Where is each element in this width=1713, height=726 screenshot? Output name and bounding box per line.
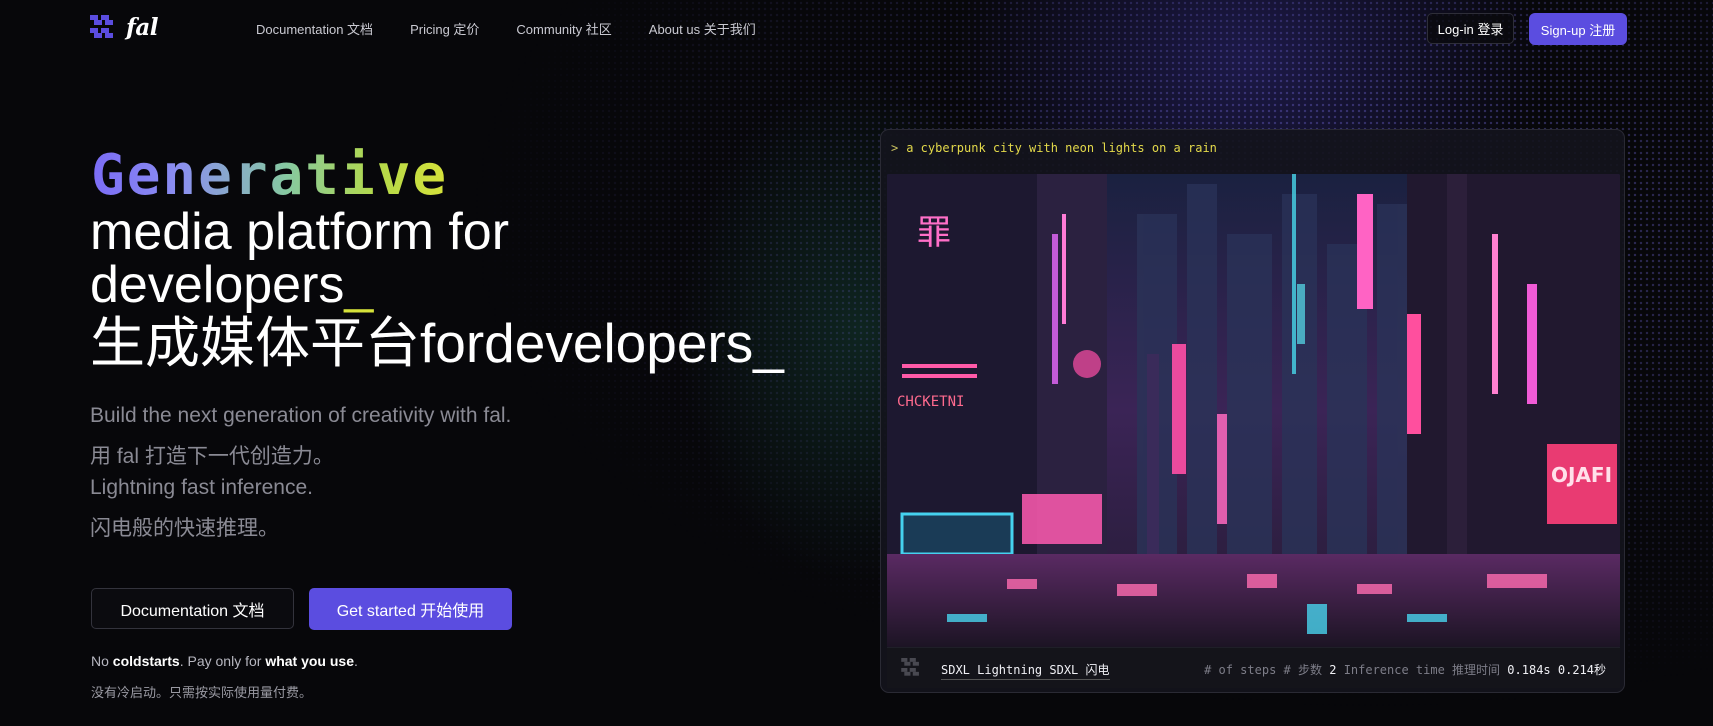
- steps-value: 2: [1329, 663, 1337, 677]
- hero-highlight-word: Generative: [91, 143, 449, 208]
- prompt-text: a cyberpunk city with neon lights on a r…: [906, 141, 1217, 155]
- hero-subtitle-3: Lightning fast inference.: [90, 476, 313, 499]
- neon-sign-3: OJAFI: [1551, 463, 1612, 487]
- fal-logo-icon: [90, 14, 113, 38]
- prompt-line: > a cyberpunk city with neon lights on a …: [891, 141, 1217, 155]
- inference-time-label: Inference time 推理时间: [1343, 663, 1501, 677]
- nav-links: Documentation 文档 Pricing 定价 Community 社区…: [256, 19, 756, 38]
- note-coldstarts: coldstarts: [112, 653, 180, 669]
- neon-sign-1: 罪: [917, 213, 951, 253]
- note-what-you-use: what you use: [265, 653, 354, 669]
- hero-title-line-3: 生成媒体平台fordevelopers_: [90, 316, 784, 371]
- inference-time-value: 0.184s 0.214秒: [1507, 663, 1606, 677]
- hero-subtitle-2: 用 fal 打造下一代创造力。: [90, 445, 334, 468]
- nav-link-documentation[interactable]: Documentation 文档: [256, 19, 373, 38]
- note-text-end: .: [354, 653, 358, 669]
- top-navigation: fal Documentation 文档 Pricing 定价 Communit…: [0, 0, 1713, 56]
- documentation-button[interactable]: Documentation 文档: [91, 588, 294, 629]
- logo[interactable]: fal: [90, 14, 159, 41]
- inference-meta-bar: SDXL Lightning SDXL 闪电 # of steps # 步数 2…: [887, 647, 1620, 688]
- note-text-mid: . Pay only for: [179, 653, 266, 669]
- neon-sign-2: CHCKETNI: [897, 394, 964, 410]
- fal-logo-icon: [901, 658, 919, 676]
- demo-card: > a cyberpunk city with neon lights on a …: [880, 129, 1625, 693]
- pricing-note: No coldstarts. Pay only for what you use…: [91, 653, 358, 669]
- prompt-chevron-icon: >: [891, 141, 899, 155]
- signup-button[interactable]: Sign-up 注册: [1529, 13, 1627, 45]
- hero-cursor-2: _: [753, 312, 784, 374]
- model-name-link[interactable]: SDXL Lightning SDXL 闪电: [941, 661, 1110, 680]
- hero-developers-text: developers: [90, 256, 345, 314]
- hero-chinese-title: 生成媒体平台fordevelopers: [90, 312, 754, 374]
- note-text-no: No: [91, 653, 113, 669]
- generated-image: 罪 CHCKETNI OJAFI: [887, 174, 1620, 647]
- login-button[interactable]: Log-in 登录: [1427, 13, 1514, 44]
- nav-link-pricing[interactable]: Pricing 定价: [410, 19, 479, 38]
- get-started-button[interactable]: Get started 开始使用: [309, 588, 512, 630]
- hero-cursor: _: [344, 256, 374, 314]
- nav-link-about[interactable]: About us 关于我们: [649, 19, 756, 38]
- hero-subtitle-4: 闪电般的快速推理。: [90, 517, 279, 540]
- brand-name: fal: [126, 14, 159, 41]
- inference-stats: # of steps # 步数 2 Inference time 推理时间 0.…: [1204, 661, 1606, 678]
- hero-subtitle-1: Build the next generation of creativity …: [90, 404, 512, 427]
- cyberpunk-city-illustration: 罪 CHCKETNI OJAFI: [887, 174, 1620, 647]
- hero-title-line-1: media platform for: [90, 203, 510, 261]
- steps-label: # of steps # 步数: [1204, 663, 1322, 677]
- nav-link-community[interactable]: Community 社区: [516, 19, 611, 38]
- pricing-note-chinese: 没有冷启动。只需按实际使用量付费。: [91, 685, 313, 700]
- hero-title-line-2: developers_: [90, 258, 373, 312]
